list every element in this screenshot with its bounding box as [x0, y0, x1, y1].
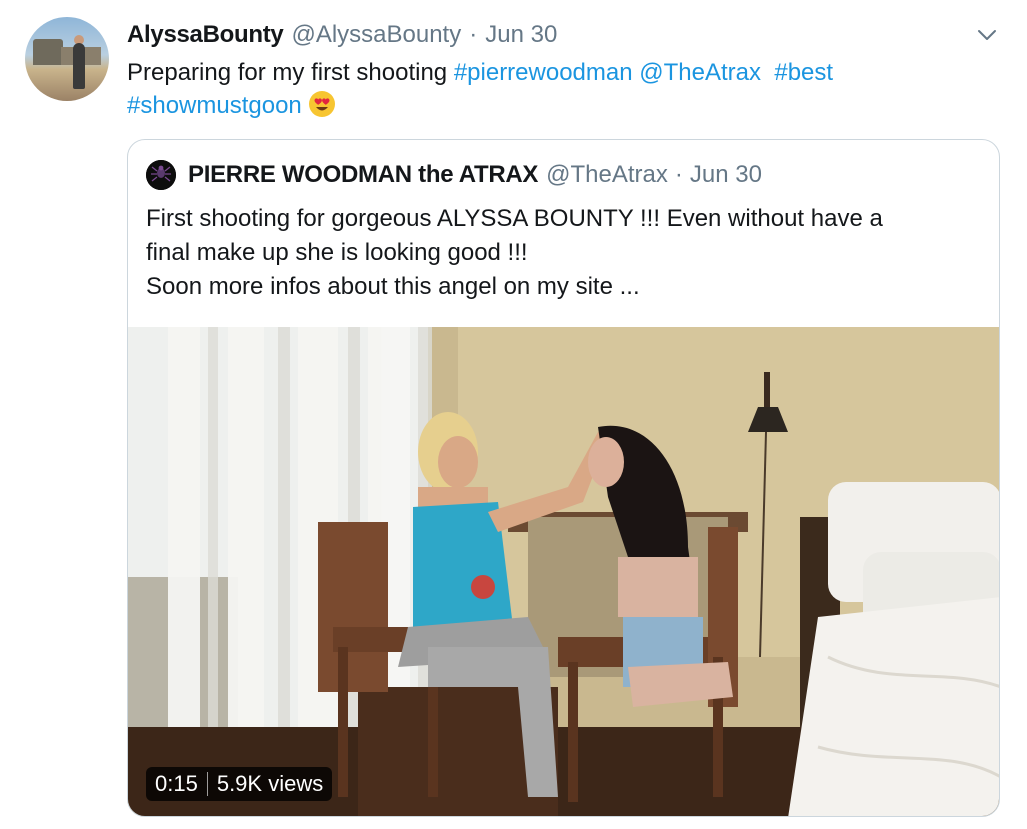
quoted-text-line: First shooting for gorgeous ALYSSA BOUNT…: [146, 205, 883, 232]
tweet-text-intro: Preparing for my first shooting: [127, 59, 448, 86]
chevron-down-icon[interactable]: [976, 26, 998, 44]
video-info-badge: 0:15 5.9K views: [146, 767, 333, 801]
hashtag-link[interactable]: #showmustgoon: [127, 92, 302, 119]
quoted-text-line: final make up she is looking good !!!: [146, 239, 528, 266]
avatar-photo-building: [33, 39, 63, 65]
video-duration: 0:15: [155, 771, 198, 796]
avatar-photo-person: [73, 43, 85, 89]
quoted-tweet-date[interactable]: Jun 30: [690, 161, 762, 189]
author-handle[interactable]: @AlyssaBounty: [291, 21, 461, 49]
quoted-tweet-header: PIERRE WOODMAN the ATRAX @TheAtrax · Jun…: [188, 160, 762, 190]
video-views: 5.9K views: [216, 771, 324, 796]
hashtag-link[interactable]: #pierrewoodman: [454, 59, 633, 86]
author-name[interactable]: AlyssaBounty: [127, 21, 284, 49]
quoted-tweet-text: First shooting for gorgeous ALYSSA BOUNT…: [146, 202, 986, 304]
quoted-header-separator: ·: [674, 161, 683, 188]
tweet-text: Preparing for my first shooting #pierrew…: [127, 56, 987, 122]
quoted-author-name[interactable]: PIERRE WOODMAN the ATRAX: [188, 161, 538, 189]
hashtag-link[interactable]: #best: [774, 59, 833, 86]
quoted-tweet-card[interactable]: PIERRE WOODMAN the ATRAX @TheAtrax · Jun…: [127, 139, 1000, 817]
quoted-author-handle[interactable]: @TheAtrax: [546, 161, 668, 189]
quoted-author-avatar[interactable]: [146, 160, 176, 190]
tweet-header: AlyssaBounty @AlyssaBounty · Jun 30: [127, 20, 557, 50]
heart-eyes-emoji-icon: [308, 91, 335, 117]
quoted-text-line: Soon more infos about this angel on my s…: [146, 273, 640, 300]
video-thumbnail: [128, 327, 999, 816]
tweet-date[interactable]: Jun 30: [485, 21, 557, 49]
header-separator: ·: [469, 21, 478, 48]
mention-link[interactable]: @TheAtrax: [639, 59, 761, 86]
video-player[interactable]: 0:15 5.9K views: [128, 327, 999, 816]
author-avatar[interactable]: [25, 17, 109, 101]
